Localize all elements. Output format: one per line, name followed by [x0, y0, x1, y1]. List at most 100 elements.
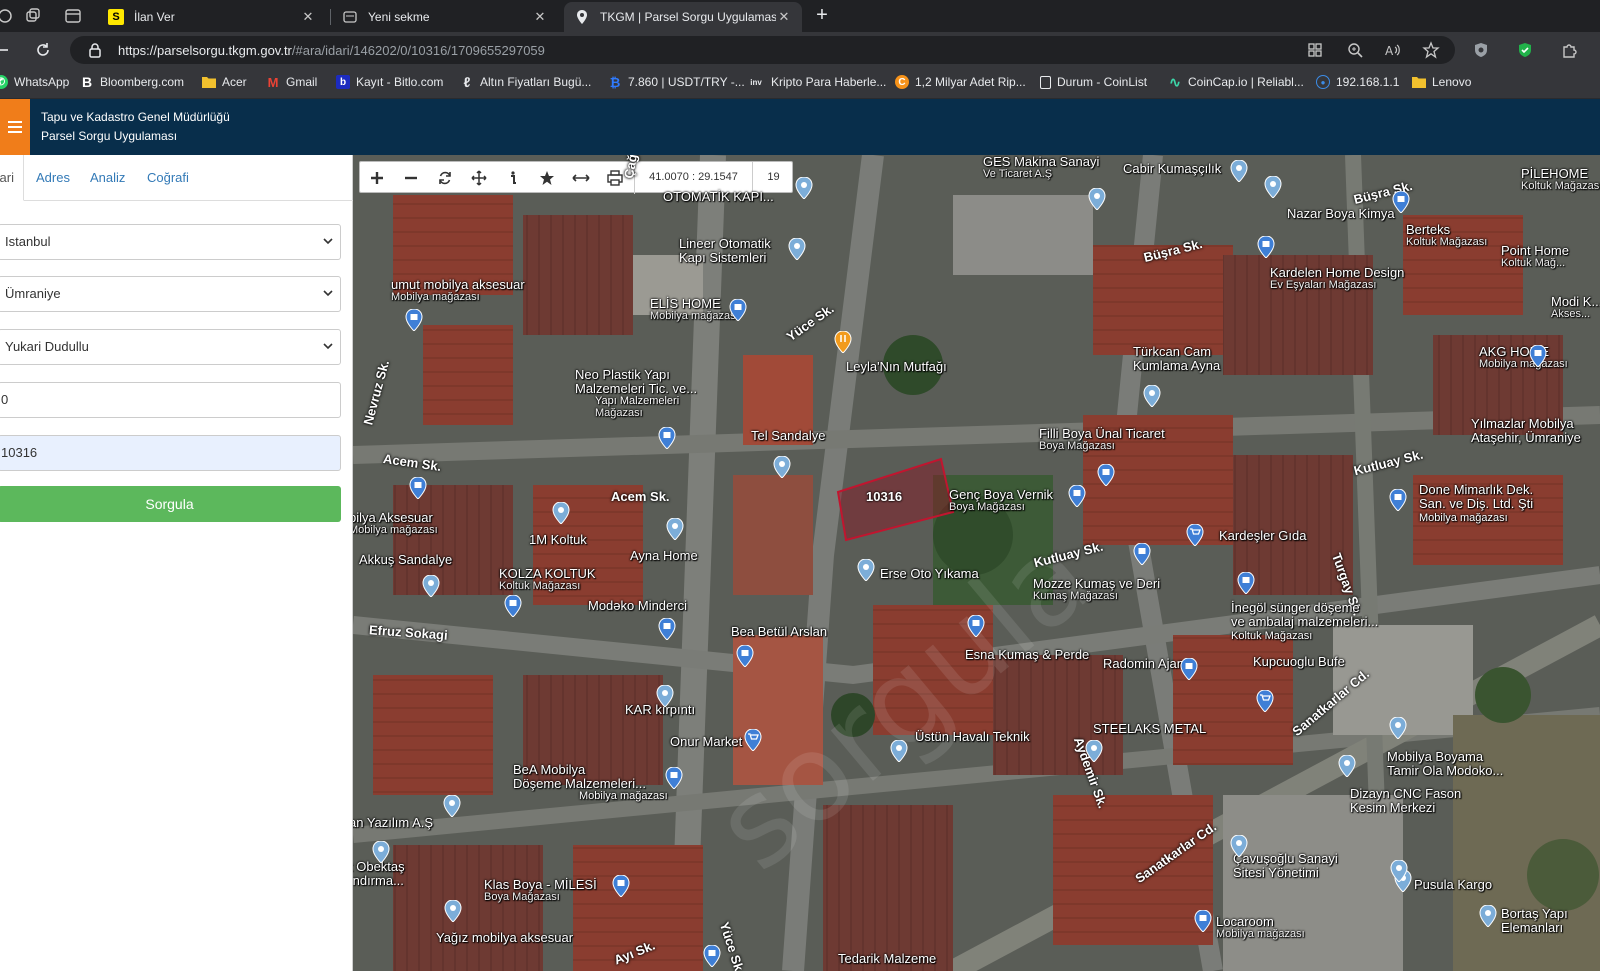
shopping-bag-pin-icon[interactable]: [1237, 572, 1255, 594]
poi-label[interactable]: Mobilya mağazası: [1419, 512, 1508, 525]
tab-adres[interactable]: Adres: [24, 155, 82, 201]
tab-actions-icon[interactable]: [64, 7, 82, 25]
poi-label[interactable]: ELİS HOME Mobilya mağazası: [650, 297, 739, 322]
grocery-cart-pin-icon[interactable]: [1256, 690, 1274, 712]
map-pin-icon[interactable]: [1143, 385, 1161, 407]
map-pin-icon[interactable]: [773, 456, 791, 478]
poi-label[interactable]: Yılmazlar Mobilya Ataşehir, Ümraniye: [1471, 417, 1581, 444]
poi-label[interactable]: İnegöl sünger döşeme ve ambalaj malzemele…: [1231, 601, 1378, 628]
bookmark-gmail[interactable]: M Gmail: [266, 75, 318, 90]
close-tab-icon[interactable]: ✕: [532, 9, 548, 25]
poi-label[interactable]: BeA Mobilya Döşeme Malzemeleri...: [513, 763, 646, 790]
poi-label[interactable]: Tel Sandalye: [751, 429, 825, 443]
shopping-bag-pin-icon[interactable]: [612, 875, 630, 897]
bookmark-router[interactable]: ● 192.168.1.1: [1316, 75, 1399, 89]
address-bar[interactable]: https://parselsorgu.tkgm.gov.tr/#ara/ida…: [70, 36, 1455, 64]
restaurant-pin-icon[interactable]: [834, 331, 852, 353]
zoom-icon[interactable]: [1346, 41, 1364, 59]
poi-label[interactable]: bilya Aksesuar Mobilya mağazası: [353, 511, 438, 536]
poi-label[interactable]: Çavuşoğlu Sanayi Sitesi Yönetimi: [1233, 852, 1338, 879]
poi-label[interactable]: Bortaş Yapı Elemanları: [1501, 907, 1568, 934]
poi-label[interactable]: Yağız mobilya aksesuar: [436, 931, 573, 945]
poi-label[interactable]: Berteks Koltuk Mağazası: [1406, 223, 1487, 248]
poi-label[interactable]: Akkuş Sandalye: [359, 553, 452, 567]
poi-label[interactable]: Nazar Boya Kimya: [1287, 207, 1395, 221]
shopping-bag-pin-icon[interactable]: [703, 945, 721, 967]
poi-label[interactable]: Modəko Minderci: [588, 599, 687, 613]
shopping-bag-pin-icon[interactable]: [1389, 489, 1407, 511]
poi-label[interactable]: Genç Boya Vernik Boya Mağazası: [949, 488, 1053, 513]
poi-label[interactable]: Lineer Otomatik Kapı Sistemleri: [679, 237, 771, 264]
lock-icon[interactable]: [88, 42, 102, 58]
poi-label[interactable]: GES Makina Sanayi Ve Ticaret A.Ş: [983, 155, 1099, 180]
shopping-bag-pin-icon[interactable]: [1133, 543, 1151, 565]
bookmark-altin-fiyatlari[interactable]: ℓ Altın Fiyatları Bugü...: [460, 74, 592, 90]
poi-label[interactable]: Radomin Ajans: [1103, 657, 1190, 671]
shopping-bag-pin-icon[interactable]: [1068, 485, 1086, 507]
map-pin-icon[interactable]: [443, 795, 461, 817]
shopping-bag-pin-icon[interactable]: [504, 595, 522, 617]
poi-label[interactable]: STEELAKS METAL: [1093, 722, 1206, 736]
poi-label[interactable]: PİLEHOME Koltuk Mağazası: [1521, 167, 1600, 192]
shopping-bag-pin-icon[interactable]: [1097, 464, 1115, 486]
read-aloud-icon[interactable]: A: [1384, 41, 1402, 59]
shopping-bag-pin-icon[interactable]: [1257, 236, 1275, 258]
new-tab-button[interactable]: +: [808, 2, 836, 30]
info-button[interactable]: [496, 162, 530, 194]
bookmark-usdt-try[interactable]: ₿ 7.860 | USDT/TRY -...: [608, 75, 745, 90]
bookmark-folder-acer[interactable]: Acer: [202, 75, 247, 89]
map-view[interactable]: sorgula 10316 41.0070 : 29.1547 19 Çağla…: [353, 155, 1600, 971]
shopping-bag-pin-icon[interactable]: [736, 645, 754, 667]
poi-label[interactable]: Yapı Malzemeleri Mağazası: [595, 395, 679, 419]
poi-label[interactable]: Filli Boya Ünal Ticaret Boya Mağazası: [1039, 427, 1165, 452]
tab-ilan-ver[interactable]: S İlan Ver ✕: [98, 2, 326, 32]
poi-label[interactable]: Üstün Havalı Teknik: [915, 730, 1030, 744]
tab-tkgm-parsel-sorgu[interactable]: TKGM | Parsel Sorgu Uygulaması ✕: [564, 2, 802, 32]
shield-extension-icon[interactable]: [1472, 41, 1490, 59]
menu-hamburger-icon[interactable]: [0, 99, 30, 155]
map-pin-icon[interactable]: [1264, 176, 1282, 198]
map-pin-icon[interactable]: [1085, 740, 1103, 762]
zoom-out-button[interactable]: [394, 162, 428, 194]
poi-label[interactable]: Neo Plastik Yapı Malzemeleri Tic. ve...: [575, 368, 697, 395]
profile-icon[interactable]: [0, 7, 14, 25]
measure-button[interactable]: [564, 162, 598, 194]
bookmark-bitlo[interactable]: b Kayıt - Bitlo.com: [336, 75, 443, 89]
favorite-button[interactable]: [530, 162, 564, 194]
poi-label[interactable]: Done Mimarlık Dek. San. ve Diş. Ltd. Şti: [1419, 483, 1533, 510]
map-pin-icon[interactable]: [1390, 860, 1408, 882]
poi-label[interactable]: Tedarik Malzeme: [838, 952, 936, 966]
map-pin-icon[interactable]: [857, 559, 875, 581]
poi-label[interactable]: Mozze Kumaş ve Deri Kumaş Mağazası: [1033, 577, 1160, 602]
shopping-bag-pin-icon[interactable]: [665, 767, 683, 789]
map-pin-icon[interactable]: [1338, 755, 1356, 777]
close-tab-icon[interactable]: ✕: [300, 9, 316, 25]
poi-label[interactable]: Kupcuoglu Bufe: [1253, 655, 1345, 669]
map-pin-icon[interactable]: [1088, 188, 1106, 210]
poi-label[interactable]: Locaroom Mobilya mağazası: [1216, 915, 1305, 940]
query-button[interactable]: Sorgula: [0, 486, 341, 522]
url-text[interactable]: https://parselsorgu.tkgm.gov.tr/#ara/ida…: [118, 43, 545, 58]
shopping-bag-pin-icon[interactable]: [658, 618, 676, 640]
poi-label[interactable]: umut mobilya aksesuar Mobilya mağazası: [391, 278, 525, 303]
district-select[interactable]: Ümraniye: [0, 276, 341, 312]
poi-label[interactable]: Bea Betül Arslan: [731, 625, 827, 639]
poi-label[interactable]: 1M Koltuk: [529, 533, 587, 547]
poi-label[interactable]: an Yazılım A.Ş: [353, 816, 433, 830]
adblock-shield-icon[interactable]: [1516, 41, 1534, 59]
tab-yeni-sekme[interactable]: Yeni sekme ✕: [332, 2, 558, 32]
shopping-bag-pin-icon[interactable]: [1194, 910, 1212, 932]
bookmark-coinlist[interactable]: Durum - CoinList: [1040, 75, 1147, 89]
poi-label[interactable]: t Obektaş ındırma...: [353, 860, 405, 887]
shopping-bag-pin-icon[interactable]: [1180, 658, 1198, 680]
map-pin-icon[interactable]: [1479, 905, 1497, 927]
poi-label[interactable]: Pusula Kargo: [1414, 878, 1492, 892]
neighborhood-select[interactable]: Yukari Dudullu: [0, 329, 341, 365]
extensions-puzzle-icon[interactable]: [1560, 41, 1578, 59]
province-select[interactable]: Istanbul: [0, 224, 341, 260]
poi-label[interactable]: Modi K... Akses...: [1551, 295, 1600, 320]
bookmark-whatsapp[interactable]: ✆ WhatsApp: [0, 75, 69, 89]
poi-label[interactable]: Dizayn CNC Fason Kesim Merkezi: [1350, 787, 1461, 814]
shopping-bag-pin-icon[interactable]: [405, 309, 423, 331]
poi-label[interactable]: Erse Oto Yıkama: [880, 567, 979, 581]
